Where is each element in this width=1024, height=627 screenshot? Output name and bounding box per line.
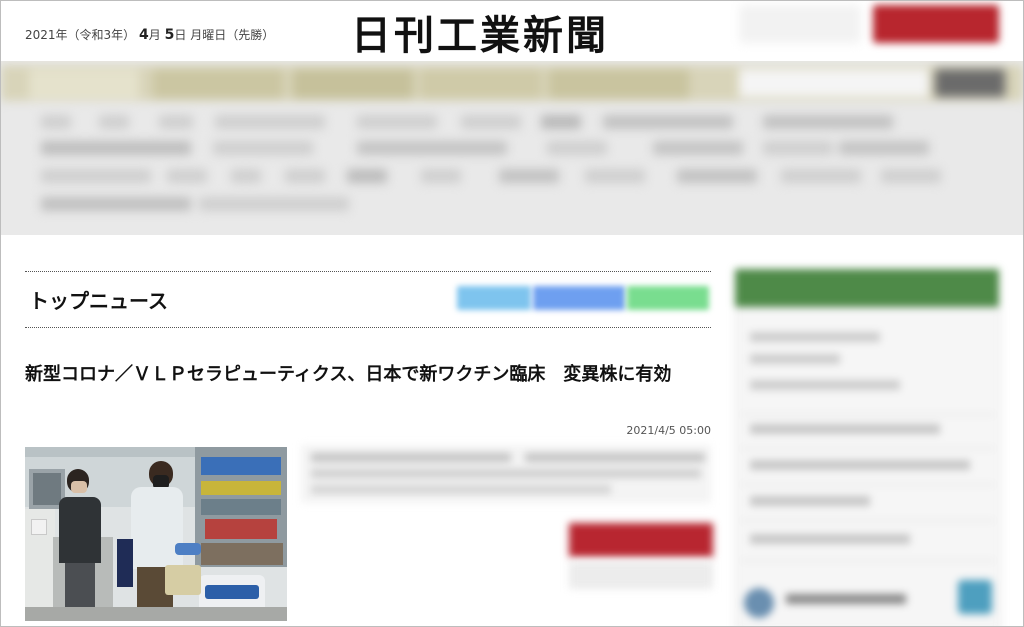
section-title: トップニュース xyxy=(29,289,168,313)
subscribe-button[interactable] xyxy=(873,5,999,43)
site-header: 2021年（令和3年） 4月 5日 月曜日（先勝） 日刊工業新聞 xyxy=(1,1,1023,61)
article-headline[interactable]: 新型コロナ／ＶＬＰセラピューティクス、日本で新ワクチン臨床 変異株に有効 xyxy=(25,361,715,389)
date-year: 2021年（令和3年） xyxy=(25,28,136,42)
login-button[interactable] xyxy=(739,5,861,43)
share-button[interactable] xyxy=(457,286,531,310)
section-rule-top xyxy=(25,271,711,272)
read-more-note xyxy=(569,561,713,589)
browser-frame: 2021年（令和3年） 4月 5日 月曜日（先勝） 日刊工業新聞 トップニュース… xyxy=(0,0,1024,627)
date-day-unit: 日 xyxy=(174,28,187,42)
article-timestamp: 2021/4/5 05:00 xyxy=(626,424,711,437)
share-button[interactable] xyxy=(533,286,625,310)
nav-tab[interactable] xyxy=(153,69,283,99)
nav-tab[interactable] xyxy=(549,69,689,99)
nav-tab[interactable] xyxy=(421,69,541,99)
main-navigation xyxy=(1,61,1023,235)
nav-tab[interactable] xyxy=(293,69,413,99)
date-weekday: 月曜日（先勝） xyxy=(190,28,275,42)
share-button[interactable] xyxy=(627,286,709,310)
site-logo[interactable]: 日刊工業新聞 xyxy=(351,3,609,61)
article-lead xyxy=(301,445,711,503)
nav-tab[interactable] xyxy=(29,69,139,99)
date-line: 2021年（令和3年） 4月 5日 月曜日（先勝） xyxy=(25,26,274,43)
section-rule-bottom xyxy=(25,327,711,328)
article-photo[interactable] xyxy=(25,447,287,621)
search-button[interactable] xyxy=(935,69,1005,97)
date-month: 4 xyxy=(139,27,149,43)
sidebar-tabs[interactable] xyxy=(735,269,999,307)
sidebar xyxy=(735,269,1001,626)
date-month-unit: 月 xyxy=(148,28,161,42)
search-input[interactable] xyxy=(739,69,929,97)
date-day: 5 xyxy=(164,27,175,43)
read-more-button[interactable] xyxy=(569,523,713,557)
